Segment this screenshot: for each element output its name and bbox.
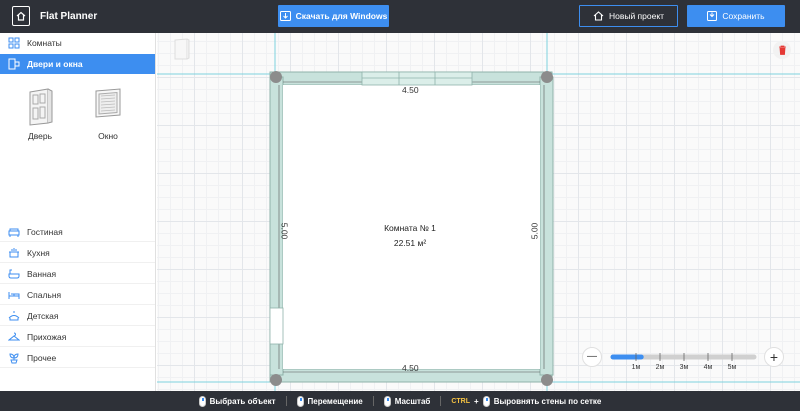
divider [372, 396, 374, 406]
left-wall-dimension: 5.00 [279, 222, 290, 240]
sidebar-item-bedroom[interactable]: Спальня [0, 285, 155, 305]
sidebar-item-label: Кухня [27, 247, 50, 258]
room-area: 22.51 м² [393, 238, 427, 248]
mouse-wheel-icon [383, 395, 391, 407]
sidebar-item-kitchen[interactable]: Кухня [0, 243, 155, 263]
hint-scale-label: Масштаб [394, 396, 431, 406]
new-project-label: Новый проект [608, 11, 665, 21]
hint-move-label: Перемещение [307, 396, 363, 406]
ghost-door-preview-icon [173, 38, 191, 60]
sidebar-item-label: Двери и окна [27, 59, 83, 69]
scale-label: 2м [655, 364, 665, 371]
scale-label: 1м [631, 364, 641, 371]
right-wall-dimension: 5.00 [529, 222, 540, 240]
sidebar-item-other[interactable]: Прочее [0, 348, 155, 368]
plus-sign: + [474, 396, 479, 406]
ctrl-key-label: CTRL [451, 397, 471, 405]
sidebar-item-label: Комнаты [27, 38, 62, 48]
hanger-icon [8, 332, 20, 341]
window-icon [95, 88, 121, 118]
minus-icon: — [587, 351, 597, 362]
door-icon [29, 88, 53, 126]
sidebar-item-label: Ванная [27, 268, 57, 279]
top-wall-dimension: 4.50 [402, 85, 419, 95]
home-logo-icon[interactable] [12, 6, 30, 26]
header: Flat Planner Скачать для Windows Новый п… [0, 0, 800, 33]
hint-align-label: Выровнять стены по сетке [493, 396, 602, 406]
sidebar-item-kids-room[interactable]: Детская [0, 306, 155, 326]
sidebar-item-label: Прихожая [27, 331, 67, 342]
door-opening[interactable] [269, 307, 284, 345]
mouse-click-icon [482, 395, 490, 407]
sidebar-item-rooms[interactable]: Комнаты [0, 33, 155, 53]
floor-plan-canvas[interactable]: 4.50 4.50 5.00 5.00 Комната № 1 22.51 м²… [157, 33, 800, 391]
app-title: Flat Planner [40, 11, 98, 22]
hint-scale: Масштаб [383, 395, 431, 407]
plus-icon: + [769, 349, 779, 365]
zoom-scale-slider[interactable] [610, 353, 757, 361]
scale-label: 5м [727, 364, 737, 371]
door-label: Дверь [27, 131, 53, 141]
zoom-out-button[interactable]: — [582, 347, 602, 367]
hint-select: Выбрать объект [198, 395, 276, 407]
doors-windows-icon [8, 58, 20, 70]
zoom-in-button[interactable]: + [764, 347, 784, 367]
plant-icon [9, 353, 19, 364]
window-on-wall[interactable] [361, 71, 473, 86]
mouse-drag-icon [296, 395, 304, 407]
sofa-icon [8, 228, 20, 237]
hint-select-label: Выбрать объект [209, 396, 276, 406]
window-label: Окно [98, 131, 118, 141]
bed-icon [8, 292, 20, 299]
hint-align: CTRL + Выровнять стены по сетке [451, 395, 602, 407]
hint-move: Перемещение [296, 395, 363, 407]
sidebar-item-bathroom[interactable]: Ванная [0, 264, 155, 284]
sidebar-item-hallway[interactable]: Прихожая [0, 327, 155, 347]
window-tile[interactable]: Окно [88, 87, 128, 141]
scale-label: 3м [679, 364, 689, 371]
floor-plan[interactable] [157, 33, 800, 391]
sidebar-item-label: Гостиная [27, 226, 63, 237]
rooms-icon [8, 37, 20, 49]
kids-icon [8, 311, 20, 321]
mouse-left-click-icon [198, 395, 206, 407]
room-name: Комната № 1 [384, 223, 436, 233]
footer-hints: Выбрать объект Перемещение Масштаб CTRL … [0, 391, 800, 411]
sidebar-item-doors-windows[interactable]: Двери и окна [0, 54, 155, 74]
bottom-wall-dimension: 4.50 [402, 363, 419, 373]
download-windows-button[interactable]: Скачать для Windows [278, 5, 389, 27]
sidebar-item-label: Спальня [27, 289, 62, 300]
new-project-button[interactable]: Новый проект [579, 5, 678, 27]
sidebar-item-living-room[interactable]: Гостиная [0, 222, 155, 242]
download-icon [279, 11, 291, 21]
delete-button[interactable] [773, 41, 791, 59]
divider [285, 396, 287, 406]
bathtub-icon [8, 269, 20, 279]
sidebar-item-label: Прочее [27, 352, 57, 363]
download-windows-label: Скачать для Windows [295, 11, 388, 21]
divider [440, 396, 442, 406]
save-label: Сохранить [722, 11, 765, 21]
sidebar-item-label: Детская [27, 310, 59, 321]
kitchen-icon [9, 248, 19, 258]
save-button[interactable]: Сохранить [687, 5, 785, 27]
trash-icon [778, 45, 786, 55]
scale-label: 4м [703, 364, 713, 371]
save-icon [707, 11, 718, 21]
home-icon [593, 11, 604, 21]
door-tile[interactable]: Дверь [20, 87, 60, 141]
sidebar: Комнаты Двери и окна Дверь Окно Гостиная [0, 33, 156, 391]
